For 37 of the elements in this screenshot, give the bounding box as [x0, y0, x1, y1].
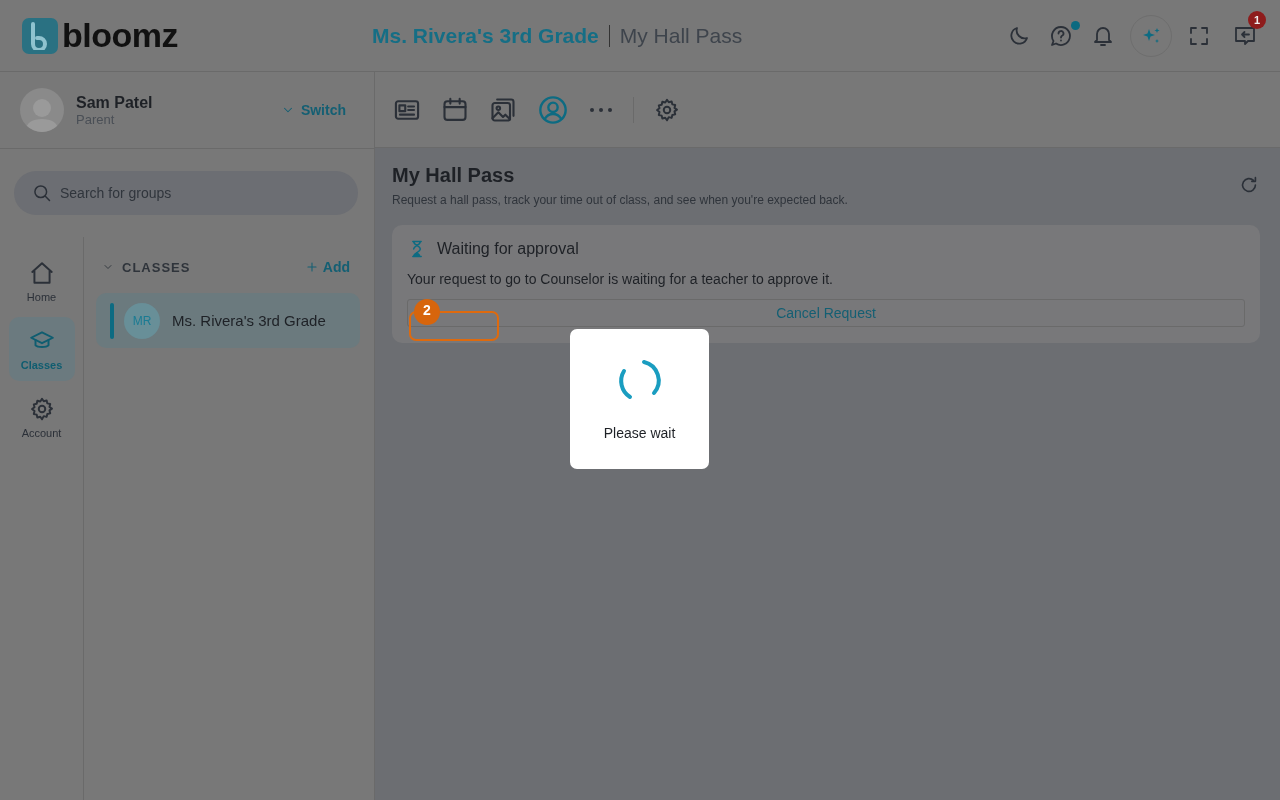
status-title: Waiting for approval	[437, 240, 579, 258]
notification-badge: 1	[1248, 10, 1266, 29]
profile-icon	[537, 93, 569, 126]
switch-button[interactable]: Switch	[272, 98, 354, 122]
more-icon	[589, 106, 613, 113]
search-field[interactable]: Search for groups	[14, 171, 358, 215]
nav-item[interactable]: Home	[8, 249, 75, 313]
settings-icon	[28, 395, 55, 422]
section-subtitle: Request a hall pass, track your time out of class, and see when you're expected back.	[392, 193, 848, 207]
logo-text: bloomz	[62, 16, 178, 55]
plus-icon	[304, 260, 319, 274]
user-name: Sam Patel	[76, 93, 154, 112]
status-message: Your request to go to Counselor is waiting for a teacher to approve it.	[407, 271, 834, 287]
page-title: My Hall Pass	[619, 23, 743, 48]
class-name: Ms. Rivera's 3rd Grade	[172, 312, 326, 329]
toolbar-tab[interactable]	[589, 106, 613, 113]
photos-icon	[489, 95, 517, 124]
toolbar-tab[interactable]	[441, 95, 469, 124]
class-title: Ms. Rivera's 3rd Grade	[372, 23, 599, 48]
toolbar-tab[interactable]	[489, 95, 517, 124]
help-icon	[1049, 23, 1073, 48]
class-initials: MR	[124, 302, 160, 339]
home-icon	[28, 259, 55, 286]
add-button[interactable]: Add	[298, 258, 356, 276]
avatar	[20, 88, 64, 132]
settings-icon	[654, 96, 680, 123]
class-item[interactable]: MR Ms. Rivera's 3rd Grade	[96, 293, 360, 348]
section-title: My Hall Pass	[392, 164, 516, 187]
nav-item[interactable]: Account	[8, 385, 75, 449]
search-icon	[32, 183, 52, 203]
step-marker: 2	[414, 299, 440, 325]
section-heading: CLASSES	[122, 259, 191, 275]
nav-item[interactable]: Classes	[8, 317, 75, 381]
loading-text: Please wait	[603, 425, 676, 441]
toolbar-tab[interactable]	[654, 96, 680, 123]
logo-icon	[22, 17, 58, 54]
calendar-icon	[441, 95, 469, 124]
